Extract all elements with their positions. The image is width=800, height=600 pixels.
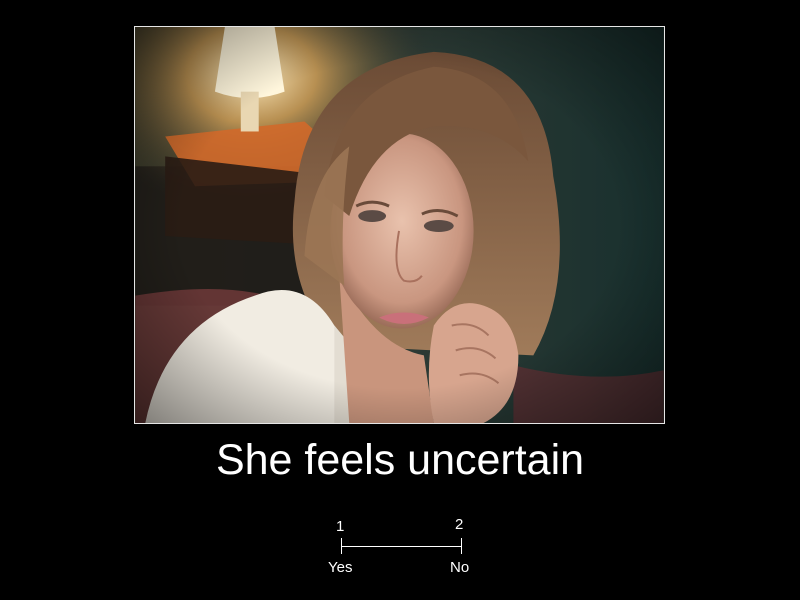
- photo: [134, 26, 665, 424]
- portrait-photo-illustration: [135, 27, 664, 423]
- poster: She feels uncertain 1 2 Yes No: [0, 0, 800, 600]
- scale-label-no: No: [450, 559, 470, 576]
- scale-number-right: 2: [455, 516, 464, 533]
- caption-title: She feels uncertain: [215, 436, 585, 484]
- scale-label-yes: Yes: [328, 559, 353, 576]
- scale-number-left: 1: [336, 518, 345, 535]
- scale-line: [341, 546, 462, 547]
- scale-tick-right: [461, 538, 462, 554]
- yes-no-scale: 1 2 Yes No: [322, 512, 482, 582]
